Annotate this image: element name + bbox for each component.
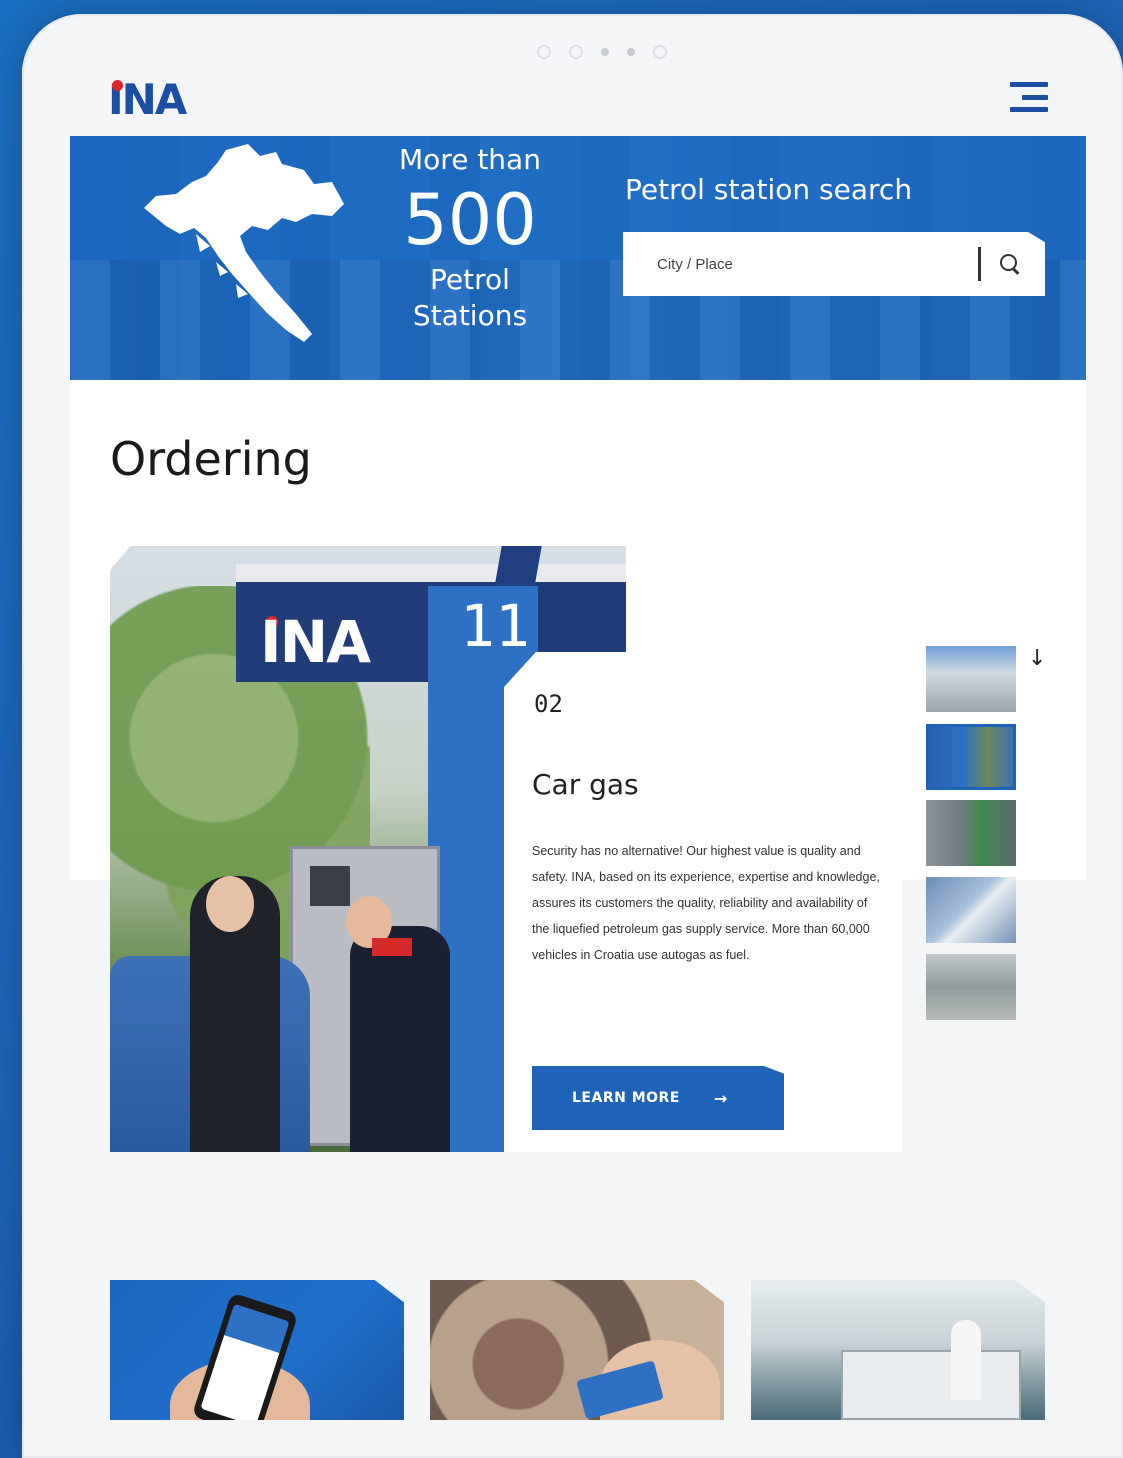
menu-line xyxy=(1010,107,1048,112)
station-search-box xyxy=(623,232,1045,296)
pump-number-sign: 11 xyxy=(460,592,530,660)
tablet-screen: INA More than 500 Petrol Stations Petrol… xyxy=(70,62,1086,1420)
thumbnail-2-active[interactable] xyxy=(926,724,1016,790)
stat-number: 500 xyxy=(403,179,537,261)
hero-banner: More than 500 Petrol Stations Petrol sta… xyxy=(70,136,1086,380)
camera-row xyxy=(512,42,692,62)
camera-lens xyxy=(653,45,667,59)
search-icon[interactable] xyxy=(997,251,1023,277)
city-place-input[interactable] xyxy=(623,232,978,296)
feature-title: Car gas xyxy=(532,768,639,801)
search-divider xyxy=(978,247,981,281)
stat-prefix: More than xyxy=(399,143,541,176)
camera-lens xyxy=(537,45,551,59)
thumbnail-1[interactable] xyxy=(926,646,1016,712)
mobile-app-card[interactable] xyxy=(110,1280,404,1420)
croatia-map-icon xyxy=(144,144,344,342)
lab-bench-image xyxy=(841,1350,1021,1420)
camera-dot xyxy=(601,48,609,56)
canopy-roof xyxy=(236,564,626,582)
photo-brand-sign: INA xyxy=(260,608,371,676)
camera-dot xyxy=(627,48,635,56)
stat-label-line1: Petrol xyxy=(430,263,510,296)
menu-line xyxy=(1022,94,1048,100)
thumbnail-5[interactable] xyxy=(926,954,1016,1020)
pump-display xyxy=(310,866,350,906)
laboratory-card[interactable] xyxy=(751,1280,1045,1420)
section-title: Ordering xyxy=(110,432,312,486)
attendant-collar xyxy=(372,938,412,956)
menu-line xyxy=(1010,82,1048,87)
feature-description: Security has no alternative! Our highest… xyxy=(532,844,880,962)
stations-stat: More than 500 Petrol Stations xyxy=(370,142,570,334)
search-title: Petrol station search xyxy=(625,173,913,206)
hamburger-menu-icon[interactable] xyxy=(1008,80,1048,114)
ina-logo[interactable]: INA xyxy=(108,79,248,121)
customer-head xyxy=(206,876,254,932)
camera-lens xyxy=(569,45,583,59)
slide-index: 02 xyxy=(534,690,563,718)
arrow-down-icon[interactable]: ↓ xyxy=(1028,646,1046,671)
lab-worker-image xyxy=(951,1320,981,1400)
attendant-figure xyxy=(350,926,450,1152)
thumbnail-3[interactable] xyxy=(926,800,1016,866)
learn-more-label: LEARN MORE xyxy=(572,1090,680,1106)
logo-dot xyxy=(112,80,123,91)
stat-label-line2: Stations xyxy=(412,299,528,332)
learn-more-button[interactable]: LEARN MORE → xyxy=(532,1066,784,1130)
thumbnail-4[interactable] xyxy=(926,877,1016,943)
payment-card[interactable] xyxy=(430,1280,724,1420)
arrow-right-icon: → xyxy=(713,1088,728,1108)
